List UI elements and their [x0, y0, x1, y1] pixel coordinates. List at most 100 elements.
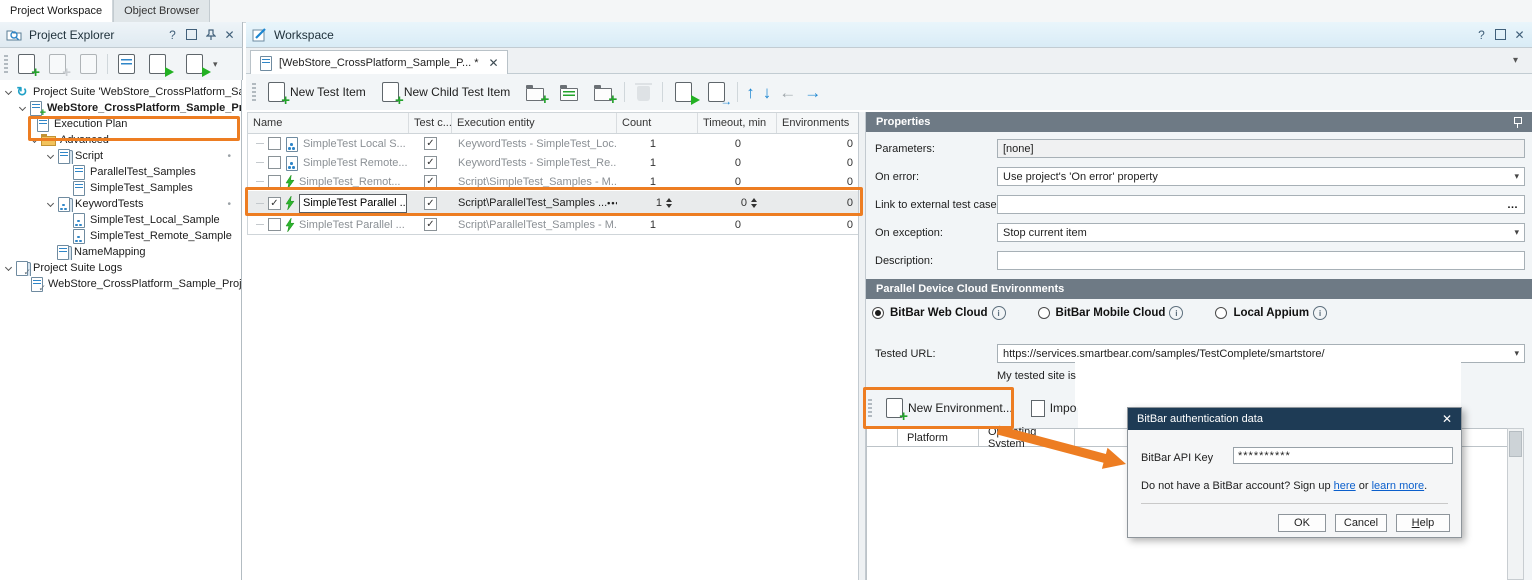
toolbar-grip[interactable]: [4, 55, 8, 73]
description-field[interactable]: [997, 251, 1525, 270]
run-dropdown-caret-icon[interactable]: ▾: [213, 59, 218, 70]
chevron-down-icon[interactable]: [46, 200, 55, 209]
on-error-dropdown[interactable]: Use project's 'On error' property ▾: [997, 167, 1525, 186]
ok-button[interactable]: OK: [1278, 514, 1326, 532]
chevron-down-icon[interactable]: [46, 152, 55, 161]
new-environment-button[interactable]: New Environment...: [882, 396, 1017, 420]
test-case-checkbox[interactable]: [424, 218, 437, 231]
chevron-down-icon[interactable]: [4, 88, 13, 97]
new-child-group-button[interactable]: [590, 82, 616, 103]
chevron-down-icon[interactable]: [4, 264, 13, 273]
col-header-platform[interactable]: Platform: [898, 429, 979, 446]
api-key-input[interactable]: **********: [1233, 447, 1453, 464]
info-icon[interactable]: [992, 306, 1006, 320]
run-project-suite-button[interactable]: [182, 52, 207, 76]
tree-item-project[interactable]: WebStore_CrossPlatform_Sample_Pr: [0, 100, 241, 116]
name-edit-cell[interactable]: SimpleTest Parallel ...: [299, 194, 407, 213]
radio-bitbar-mobile-cloud[interactable]: BitBar Mobile Cloud: [1038, 306, 1184, 320]
move-right-icon[interactable]: →: [804, 84, 821, 101]
tree-item-project-suite-logs[interactable]: Project Suite Logs: [0, 260, 241, 276]
cancel-button[interactable]: Cancel: [1335, 514, 1387, 532]
learn-more-link[interactable]: learn more: [1372, 480, 1425, 492]
scrollbar-thumb[interactable]: [1509, 431, 1522, 457]
entity-ellipsis-button[interactable]: •••: [607, 198, 617, 208]
close-icon[interactable]: ✕: [1442, 412, 1452, 426]
col-header-operating-system[interactable]: Operating System: [979, 429, 1075, 446]
tree-item-namemapping[interactable]: NameMapping: [0, 244, 241, 260]
tree-item-simpletest-local-sample[interactable]: SimpleTest_Local_Sample: [0, 212, 241, 228]
col-header-environments[interactable]: Environments: [777, 113, 859, 133]
add-new-item-button[interactable]: [14, 52, 39, 76]
signup-here-link[interactable]: here: [1334, 480, 1356, 492]
tab-project-workspace[interactable]: Project Workspace: [0, 0, 113, 22]
maximize-icon[interactable]: [185, 28, 198, 41]
dialog-titlebar[interactable]: BitBar authentication data ✕: [1128, 408, 1461, 430]
on-exception-dropdown[interactable]: Stop current item ▾: [997, 223, 1525, 242]
group-items-button[interactable]: [556, 82, 582, 103]
col-header-execution-entity[interactable]: Execution entity: [452, 113, 617, 133]
run-focused-button[interactable]: [704, 80, 729, 104]
table-row[interactable]: SimpleTest Local S... KeywordTests - Sim…: [248, 134, 859, 153]
table-row[interactable]: SimpleTest_Remot... Script\SimpleTest_Sa…: [248, 172, 859, 191]
tab-close-icon[interactable]: ✕: [489, 56, 499, 70]
row-checkbox[interactable]: [268, 156, 281, 169]
tree-item-project-suite[interactable]: ↻ Project Suite 'WebStore_CrossPlatform_…: [0, 84, 241, 100]
move-down-icon[interactable]: ↓: [763, 84, 772, 101]
count-spinner[interactable]: [666, 198, 672, 208]
new-test-item-button[interactable]: New Test Item: [264, 80, 370, 104]
col-header-count[interactable]: Count: [617, 113, 698, 133]
info-icon[interactable]: [1169, 306, 1183, 320]
browse-ellipsis-button[interactable]: …: [1507, 199, 1519, 211]
timeout-spinner[interactable]: [751, 198, 757, 208]
pin-icon[interactable]: [204, 28, 217, 41]
tree-item-simpletest-remote-sample[interactable]: SimpleTest_Remote_Sample: [0, 228, 241, 244]
tree-item-execution-plan[interactable]: Execution Plan: [0, 116, 241, 132]
toolbar-grip[interactable]: [252, 83, 256, 101]
tree-item-script[interactable]: Script •: [0, 148, 241, 164]
tree-item-advanced[interactable]: Advanced: [0, 132, 241, 148]
row-checkbox[interactable]: [268, 137, 281, 150]
pin-icon[interactable]: [1512, 116, 1522, 128]
table-row[interactable]: SimpleTest Parallel ... Script\ParallelT…: [248, 215, 859, 234]
tree-item-simpletest-samples[interactable]: SimpleTest_Samples: [0, 180, 241, 196]
chevron-down-icon[interactable]: [30, 136, 39, 145]
environments-scrollbar[interactable]: [1507, 428, 1524, 580]
new-child-test-item-button[interactable]: New Child Test Item: [378, 80, 514, 104]
radio-local-appium[interactable]: Local Appium: [1215, 306, 1327, 320]
close-icon[interactable]: ✕: [1513, 28, 1526, 41]
tree-item-keywordtests[interactable]: KeywordTests •: [0, 196, 241, 212]
panel-splitter[interactable]: [858, 112, 866, 580]
table-row-selected[interactable]: SimpleTest Parallel ... Script\ParallelT…: [248, 191, 859, 215]
row-checkbox[interactable]: [268, 197, 281, 210]
tab-list-caret-icon[interactable]: ▾: [1513, 55, 1518, 66]
test-case-checkbox[interactable]: [424, 156, 437, 169]
table-row[interactable]: SimpleTest Remote... KeywordTests - Simp…: [248, 153, 859, 172]
test-case-checkbox[interactable]: [424, 137, 437, 150]
move-up-icon[interactable]: ↑: [746, 84, 755, 101]
maximize-icon[interactable]: [1494, 28, 1507, 41]
help-icon[interactable]: ?: [166, 28, 179, 41]
row-checkbox[interactable]: [268, 218, 281, 231]
chevron-down-icon[interactable]: [18, 104, 27, 113]
run-project-button[interactable]: [145, 52, 170, 76]
col-header-test-case[interactable]: Test c...: [409, 113, 452, 133]
row-checkbox[interactable]: [268, 175, 281, 188]
tested-url-dropdown[interactable]: https://services.smartbear.com/samples/T…: [997, 344, 1525, 363]
tree-item-paralleltest-samples[interactable]: ParallelTest_Samples: [0, 164, 241, 180]
document-tab-execution-plan[interactable]: [WebStore_CrossPlatform_Sample_P... * ✕: [250, 50, 508, 74]
close-icon[interactable]: ✕: [223, 28, 236, 41]
new-group-button[interactable]: [522, 82, 548, 103]
toolbar-grip[interactable]: [868, 399, 872, 417]
radio-bitbar-web-cloud[interactable]: BitBar Web Cloud: [872, 306, 1006, 320]
test-case-checkbox[interactable]: [424, 175, 437, 188]
execution-plan-button[interactable]: [114, 52, 139, 76]
link-external-field[interactable]: …: [997, 195, 1525, 214]
parameters-field[interactable]: [none]: [997, 139, 1525, 158]
tree-item-project-log[interactable]: WebStore_CrossPlatform_Sample_Project: [0, 276, 241, 292]
tab-object-browser[interactable]: Object Browser: [113, 0, 210, 22]
test-case-checkbox[interactable]: [424, 197, 437, 210]
col-header-timeout[interactable]: Timeout, min: [698, 113, 777, 133]
help-button[interactable]: Help: [1396, 514, 1450, 532]
col-header-name[interactable]: Name: [248, 113, 409, 133]
info-icon[interactable]: [1313, 306, 1327, 320]
